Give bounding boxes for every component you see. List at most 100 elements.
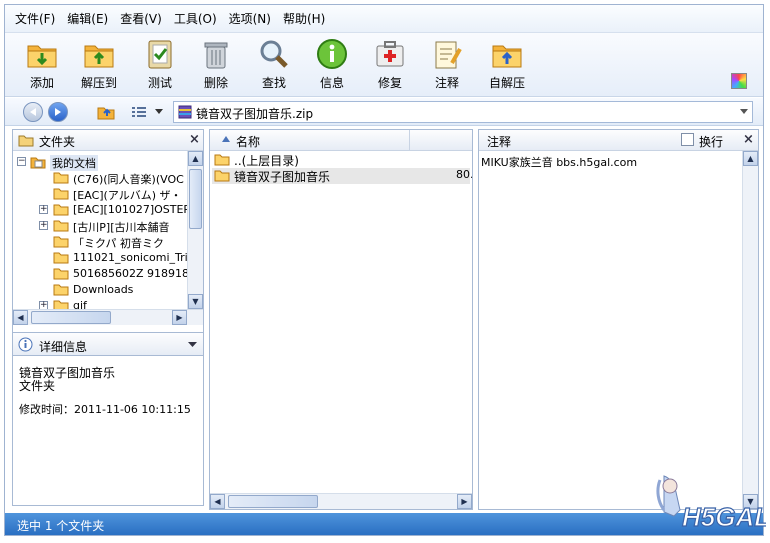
folder-icon: [53, 204, 69, 216]
extract-button[interactable]: 解压到: [72, 37, 126, 93]
address-dropdown-icon[interactable]: [740, 109, 748, 115]
folder-up-icon: [214, 154, 230, 166]
menu-file[interactable]: 文件(F): [15, 10, 55, 27]
folder-icon: [53, 284, 69, 296]
comment-pane-title: 注释: [487, 135, 512, 149]
folder-icon: [214, 170, 230, 182]
add-label: 添加: [29, 76, 54, 90]
details-type: 文件夹: [19, 379, 56, 393]
file-list-hscrollbar[interactable]: ◀ ▶: [210, 493, 472, 509]
info-label: 信息: [319, 76, 344, 90]
folder-icon: [53, 172, 69, 184]
address-bar: 镜音双子图加音乐.zip: [5, 98, 763, 126]
address-field[interactable]: 镜音双子图加音乐.zip: [173, 101, 753, 123]
test-button[interactable]: 测试: [133, 37, 187, 93]
folder-pane-header: 文件夹 ×: [13, 130, 203, 151]
details-modified: 修改时间：2011-11-06 10:11:15: [19, 403, 191, 416]
scroll-right-icon[interactable]: ▶: [172, 310, 187, 325]
test-clipboard-icon: [148, 40, 172, 69]
arrow-right-icon: [55, 108, 61, 116]
scroll-thumb[interactable]: [189, 169, 202, 229]
folder-icon: [53, 220, 69, 232]
back-button[interactable]: [23, 102, 43, 122]
magnifier-icon: [260, 40, 288, 68]
tree-item-label: Downloads: [73, 283, 134, 296]
delete-button[interactable]: 删除: [189, 37, 243, 93]
scroll-thumb[interactable]: [228, 495, 318, 508]
file-list-pane: 名称 ..(上层目录) 镜音双子图加音乐 80. ◀ ▶: [209, 129, 473, 510]
view-dropdown-icon[interactable]: [155, 109, 163, 115]
tree-item-label: 501685602Z 918918: [73, 267, 190, 280]
folder-hscrollbar[interactable]: ◀ ▶: [13, 309, 203, 325]
add-button[interactable]: 添加: [15, 37, 69, 93]
scroll-left-icon[interactable]: ◀: [13, 310, 28, 325]
status-text: 选中 1 个文件夹: [17, 519, 105, 533]
tree-item-label: [EAC](アルバム) ザ・: [73, 189, 182, 202]
extract-folder-icon: [84, 45, 114, 68]
repair-button[interactable]: 修复: [363, 37, 417, 93]
file-row-size: 80.: [456, 168, 473, 181]
sfx-button[interactable]: 自解压: [480, 37, 534, 93]
comment-button[interactable]: 注释: [420, 37, 474, 93]
find-button[interactable]: 查找: [247, 37, 301, 93]
test-label: 测试: [147, 76, 172, 90]
view-list-icon[interactable]: [131, 106, 147, 118]
comment-label: 注释: [434, 76, 459, 90]
comment-text[interactable]: MIKU家族兰音 bbs.h5gal.com: [481, 154, 637, 170]
scroll-up-icon[interactable]: ▲: [188, 151, 203, 166]
file-row-name: ..(上层目录): [234, 154, 299, 168]
folder-vscrollbar[interactable]: ▲ ▼: [187, 151, 203, 309]
menu-edit[interactable]: 编辑(E): [67, 10, 108, 27]
folder-icon: [53, 252, 69, 264]
scroll-down-icon[interactable]: ▼: [188, 294, 203, 309]
folder-icon: [18, 135, 34, 147]
tree-item-label: [古川P][古川本舗音: [73, 221, 170, 234]
comment-note-icon: [435, 41, 462, 69]
details-panel: 镜音双子图加音乐 文件夹 修改时间：2011-11-06 10:11:15: [12, 356, 204, 506]
column-header-name[interactable]: 名称: [210, 130, 410, 150]
close-icon[interactable]: ×: [189, 132, 200, 147]
info-button[interactable]: 信息: [305, 37, 359, 93]
toolbar: 添加 解压到 测试 删除 查找 信息 修复 注释 自解压: [5, 33, 763, 97]
close-icon[interactable]: ×: [743, 132, 754, 147]
comment-pane: 注释 换行 × MIKU家族兰音 bbs.h5gal.com ▲ ▼: [478, 129, 759, 510]
tree-item-label: [EAC][101027]OSTER: [73, 203, 192, 216]
file-list-header: 名称: [210, 130, 472, 151]
menu-options[interactable]: 选项(N): [229, 10, 271, 27]
menu-view[interactable]: 查看(V): [120, 10, 162, 27]
tree-root-label: 我的文档: [50, 155, 98, 171]
repair-label: 修复: [377, 76, 402, 90]
delete-label: 删除: [203, 76, 228, 90]
wrap-checkbox[interactable]: [681, 133, 694, 146]
scroll-right-icon[interactable]: ▶: [457, 494, 472, 509]
address-path: 镜音双子图加音乐.zip: [196, 107, 314, 121]
theme-color-icon[interactable]: [731, 73, 747, 89]
app-window: 文件(F) 编辑(E) 查看(V) 工具(O) 选项(N) 帮助(H) 添加 解…: [4, 4, 764, 536]
documents-folder-icon: [30, 157, 46, 169]
scroll-left-icon[interactable]: ◀: [210, 494, 225, 509]
tree-item-label: (C76)(同人音楽)(VOC: [73, 173, 184, 186]
sort-up-icon: [222, 136, 230, 142]
menu-tools[interactable]: 工具(O): [174, 10, 217, 27]
scroll-thumb[interactable]: [31, 311, 111, 324]
wrap-label: 换行: [699, 135, 724, 149]
info-icon: [18, 337, 33, 352]
expand-icon[interactable]: +: [39, 221, 48, 230]
find-label: 查找: [261, 76, 286, 90]
file-row-parent[interactable]: ..(上层目录): [214, 152, 444, 168]
details-title: 详细信息: [39, 340, 88, 354]
h5gal-watermark-logo: H5GAL: [656, 475, 766, 533]
extract-label: 解压到: [80, 76, 117, 90]
folder-pane-title: 文件夹: [39, 135, 76, 149]
details-header[interactable]: 详细信息: [12, 332, 204, 356]
comment-vscrollbar[interactable]: ▲ ▼: [742, 151, 758, 509]
expand-icon[interactable]: +: [39, 205, 48, 214]
tree-item-label: 111021_sonicomi_Tri: [73, 251, 188, 264]
file-row-selected[interactable]: 镜音双子图加音乐 80.: [212, 168, 473, 184]
scroll-up-icon[interactable]: ▲: [743, 151, 758, 166]
forward-button[interactable]: [48, 102, 68, 122]
up-folder-icon[interactable]: [97, 104, 115, 120]
menu-help[interactable]: 帮助(H): [283, 10, 325, 27]
collapse-icon[interactable]: −: [17, 157, 26, 166]
chevron-down-icon[interactable]: [188, 342, 197, 348]
